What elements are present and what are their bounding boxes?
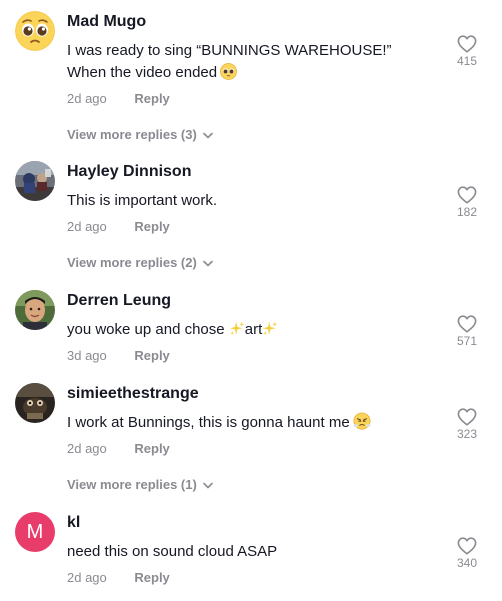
comment-text: I was ready to sing “BUNNINGS WAREHOUSE!… bbox=[67, 40, 427, 87]
comment-meta: 3d ago Reply bbox=[67, 348, 170, 363]
sparkles-emoji-icon bbox=[229, 321, 245, 344]
comment-meta: 2d ago Reply bbox=[67, 219, 170, 234]
heart-icon bbox=[457, 315, 477, 333]
comment-text-line: When the video ended bbox=[67, 64, 218, 81]
comment-meta: 2d ago Reply bbox=[67, 441, 170, 456]
reply-button[interactable]: Reply bbox=[134, 441, 169, 456]
comment-text: I work at Bunnings, this is gonna haunt … bbox=[67, 412, 427, 437]
view-more-replies-label: View more replies (1) bbox=[67, 477, 197, 492]
comment-text-line: I was ready to sing “BUNNINGS WAREHOUSE!… bbox=[67, 42, 392, 59]
reply-button[interactable]: Reply bbox=[134, 219, 169, 234]
comment-time: 2d ago bbox=[67, 441, 107, 456]
view-more-replies-label: View more replies (3) bbox=[67, 127, 197, 142]
heart-icon bbox=[457, 537, 477, 555]
like-count: 340 bbox=[456, 556, 478, 570]
avatar[interactable] bbox=[15, 383, 55, 423]
view-more-replies-label: View more replies (2) bbox=[67, 255, 197, 270]
comment-text-fragment: you woke up and chose bbox=[67, 321, 229, 338]
chevron-down-icon bbox=[203, 260, 213, 267]
heart-icon bbox=[457, 408, 477, 426]
comment-time: 3d ago bbox=[67, 348, 107, 363]
view-more-replies[interactable]: View more replies (3) bbox=[67, 127, 213, 142]
comment-text-fragment: art bbox=[244, 321, 263, 338]
photo-avatar-icon bbox=[15, 383, 55, 423]
comment-time: 2d ago bbox=[67, 91, 107, 106]
pleading-face-emoji-icon bbox=[15, 11, 55, 51]
comment-time: 2d ago bbox=[67, 570, 107, 585]
like-button[interactable]: 182 bbox=[452, 186, 482, 219]
like-button[interactable]: 340 bbox=[452, 537, 482, 570]
like-count: 323 bbox=[456, 427, 478, 441]
like-button[interactable]: 323 bbox=[452, 408, 482, 441]
like-count: 182 bbox=[456, 205, 478, 219]
avatar[interactable] bbox=[15, 161, 55, 201]
comment-username[interactable]: kl bbox=[67, 514, 80, 532]
like-button[interactable]: 415 bbox=[452, 35, 482, 68]
reply-button[interactable]: Reply bbox=[134, 91, 169, 106]
chevron-down-icon bbox=[203, 482, 213, 489]
avatar[interactable]: M bbox=[15, 512, 55, 552]
photo-avatar-icon bbox=[15, 161, 55, 201]
heart-icon bbox=[457, 35, 477, 53]
comment-username[interactable]: Derren Leung bbox=[67, 292, 171, 310]
comment-text: This is important work. bbox=[67, 192, 218, 209]
comment-text: need this on sound cloud ASAP bbox=[67, 543, 278, 560]
view-more-replies[interactable]: View more replies (1) bbox=[67, 477, 213, 492]
comment-text-line: I work at Bunnings, this is gonna haunt … bbox=[67, 414, 350, 431]
view-more-replies[interactable]: View more replies (2) bbox=[67, 255, 213, 270]
heart-icon bbox=[457, 186, 477, 204]
comment-time: 2d ago bbox=[67, 219, 107, 234]
avatar[interactable] bbox=[15, 290, 55, 330]
steam-face-emoji-icon bbox=[353, 412, 371, 437]
comment-username[interactable]: simieethestrange bbox=[67, 385, 199, 403]
pleading-face-emoji-icon bbox=[220, 63, 238, 87]
avatar[interactable] bbox=[15, 11, 55, 51]
comment-meta: 2d ago Reply bbox=[67, 570, 170, 585]
comment-meta: 2d ago Reply bbox=[67, 91, 170, 106]
like-count: 415 bbox=[456, 54, 478, 68]
comment-username[interactable]: Hayley Dinnison bbox=[67, 163, 191, 181]
comment-text: you woke up and chose art bbox=[67, 319, 427, 344]
reply-button[interactable]: Reply bbox=[134, 570, 169, 585]
chevron-down-icon bbox=[203, 132, 213, 139]
photo-avatar-icon bbox=[15, 290, 55, 330]
like-button[interactable]: 571 bbox=[452, 315, 482, 348]
like-count: 571 bbox=[456, 334, 478, 348]
comment-username[interactable]: Mad Mugo bbox=[67, 13, 146, 31]
avatar-letter: M bbox=[26, 520, 44, 543]
sparkles-emoji-icon bbox=[262, 321, 278, 344]
reply-button[interactable]: Reply bbox=[134, 348, 169, 363]
